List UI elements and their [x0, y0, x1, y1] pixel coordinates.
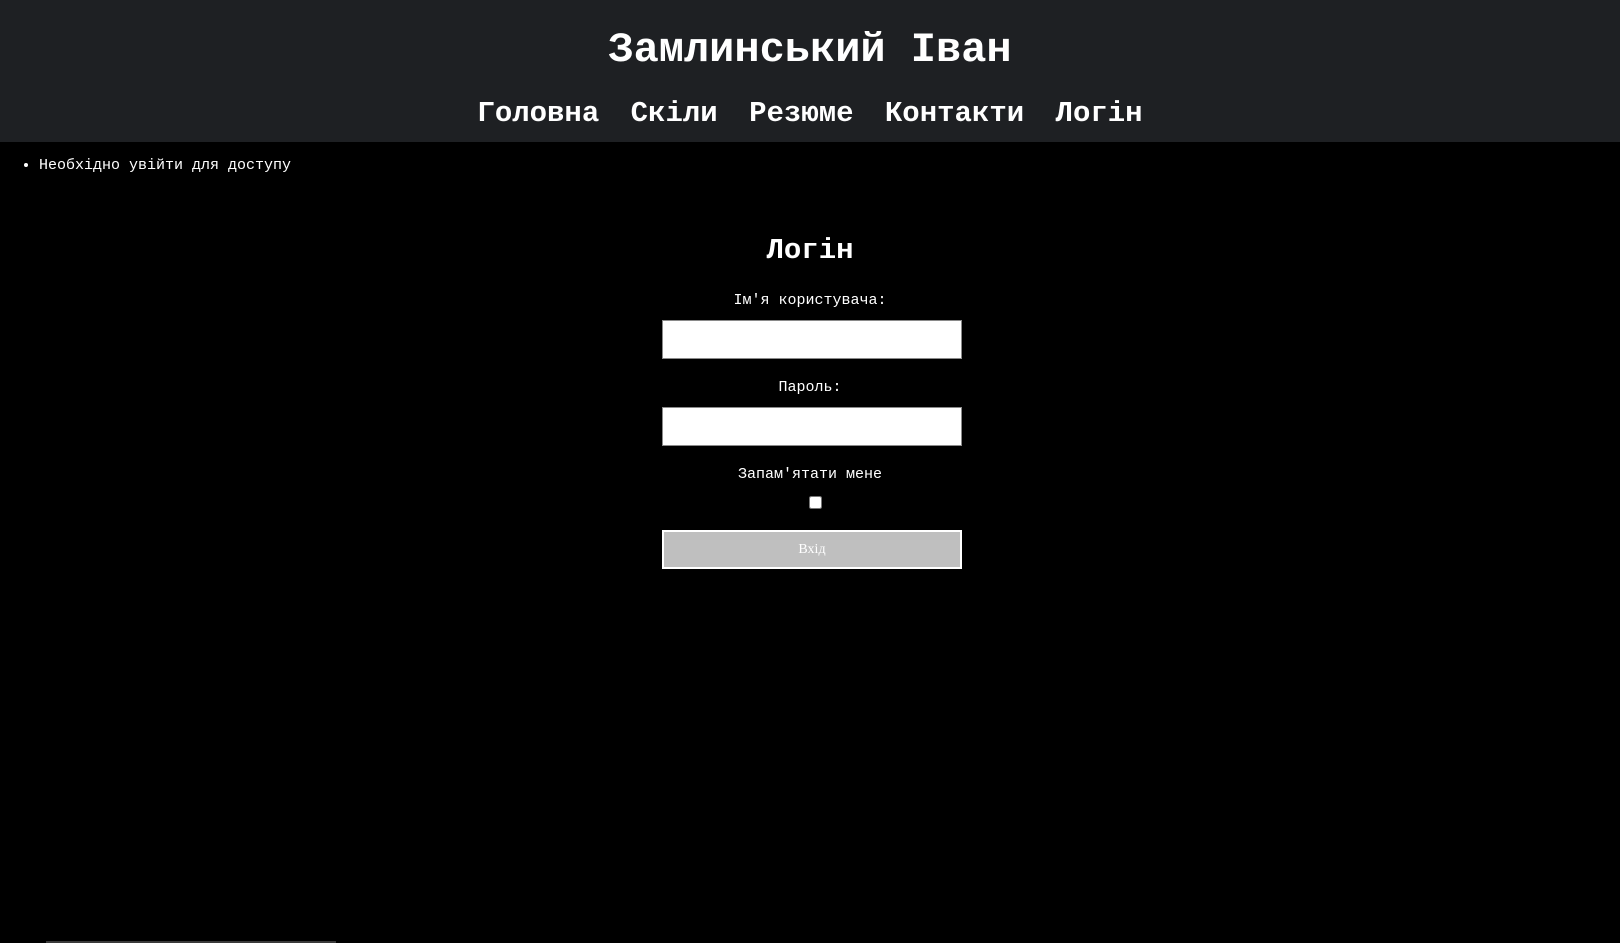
login-title: Логін: [766, 234, 854, 267]
site-header: Замлинський Іван Головна Скіли Резюме Ко…: [0, 0, 1620, 142]
password-label: Пароль:: [778, 379, 842, 396]
nav-contacts-link[interactable]: Контакти: [885, 97, 1024, 130]
nav-skills-link[interactable]: Скіли: [631, 97, 718, 130]
main-nav: Головна Скіли Резюме Контакти Логін: [0, 94, 1620, 134]
remember-me-label: Запам'ятати мене: [737, 466, 883, 483]
username-label: Ім'я користувача:: [733, 292, 887, 309]
nav-home-link[interactable]: Головна: [477, 97, 599, 130]
login-submit-button[interactable]: Вхід: [662, 530, 962, 569]
username-input[interactable]: [662, 320, 962, 359]
flash-messages: Необхідно увійти для доступу: [0, 156, 291, 176]
remember-me-checkbox[interactable]: [809, 496, 822, 509]
nav-login-link[interactable]: Логін: [1056, 97, 1143, 130]
password-input[interactable]: [662, 407, 962, 446]
nav-resume-link[interactable]: Резюме: [749, 97, 853, 130]
flash-message: Необхідно увійти для доступу: [39, 156, 291, 176]
site-title: Замлинський Іван: [608, 26, 1012, 74]
